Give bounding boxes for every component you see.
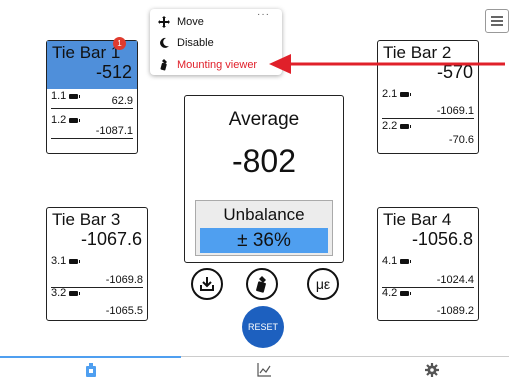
reset-label: RESET xyxy=(247,322,278,332)
sensor-value: -1069.8 xyxy=(105,274,143,286)
sensor-label: 3.2 xyxy=(51,287,67,299)
hamburger-icon xyxy=(491,16,503,26)
sensor-value: 62.9 xyxy=(111,95,133,107)
sensor-label: 4.2 xyxy=(382,287,398,299)
microstrain-button[interactable]: με xyxy=(307,268,339,300)
chart-tab[interactable] xyxy=(257,363,271,380)
sensor-row: 3.2 -1065.5 xyxy=(51,287,143,318)
download-button[interactable] xyxy=(191,268,223,300)
sensor-row: 2.2 -70.6 xyxy=(382,120,474,147)
microstrain-label: με xyxy=(315,276,331,292)
battery-icon xyxy=(400,258,412,264)
menu-item-label: Move xyxy=(177,16,204,28)
reset-button[interactable]: RESET xyxy=(242,306,284,348)
context-menu: ··· Move Disable Mounting viewer xyxy=(150,9,282,75)
sensor-label: 2.2 xyxy=(382,120,398,132)
battery-icon xyxy=(69,117,81,123)
sensor-row: 3.1 -1069.8 xyxy=(51,255,143,288)
sensor-tab[interactable] xyxy=(84,363,98,380)
sensor-icon xyxy=(86,363,96,377)
tie-bar-header-3: Tie Bar 3 -1067.6 xyxy=(47,208,147,254)
menu-item-move[interactable]: Move xyxy=(158,16,204,28)
settings-tab[interactable] xyxy=(425,363,439,380)
tie-bar-value: -512 xyxy=(95,62,132,82)
mounting-button[interactable] xyxy=(246,268,278,300)
tie-bar-card-1[interactable]: Tie Bar 1 -512 1.1 62.9 1.2 -1087.1 xyxy=(46,40,138,154)
battery-icon xyxy=(400,290,412,296)
battery-icon xyxy=(69,93,81,99)
average-panel: Average -802 Unbalance ± 36% xyxy=(184,95,344,263)
sensor-label: 2.1 xyxy=(382,88,398,100)
sensor-label: 1.1 xyxy=(51,90,67,102)
menu-dots: ··· xyxy=(257,9,270,20)
unbalance-title: Unbalance xyxy=(223,205,305,224)
average-title: Average xyxy=(228,109,300,130)
sensor-label: 1.2 xyxy=(51,114,67,126)
unbalance-value: ± 36% xyxy=(200,228,328,253)
sensor-value: -1065.5 xyxy=(105,305,143,317)
battery-icon xyxy=(69,290,81,296)
battery-icon xyxy=(400,123,412,129)
active-tab-indicator xyxy=(0,356,181,358)
notification-badge: 1 xyxy=(113,37,126,50)
hamburger-menu-button[interactable] xyxy=(485,9,509,33)
download-icon xyxy=(200,277,214,291)
menu-item-mounting-viewer[interactable]: Mounting viewer xyxy=(158,59,257,71)
move-arrows-icon xyxy=(158,16,170,28)
annotation-arrow xyxy=(269,54,505,74)
average-value: -802 xyxy=(231,143,297,179)
sensor-mount-icon xyxy=(256,276,266,293)
sensor-label: 3.1 xyxy=(51,255,67,267)
moon-icon xyxy=(160,37,169,48)
sensor-value: -70.6 xyxy=(448,134,474,146)
sensor-label: 4.1 xyxy=(382,255,398,267)
sensor-value: -1087.1 xyxy=(95,125,133,137)
menu-item-label: Mounting viewer xyxy=(177,59,258,71)
tie-bar-card-4[interactable]: Tie Bar 4 -1056.8 4.1 -1024.4 4.2 -1089.… xyxy=(377,207,479,321)
sensor-row: 1.2 -1087.1 xyxy=(51,114,133,139)
tie-bar-value: -1067.6 xyxy=(80,229,142,249)
sensor-row: 4.2 -1089.2 xyxy=(382,287,474,318)
tie-bar-title: Tie Bar 4 xyxy=(383,210,452,229)
sensor-row: 4.1 -1024.4 xyxy=(382,255,474,288)
tie-bar-card-3[interactable]: Tie Bar 3 -1067.6 3.1 -1069.8 3.2 -1065.… xyxy=(46,207,148,321)
sensor-value: -1089.2 xyxy=(436,305,474,317)
battery-icon xyxy=(69,258,81,264)
unbalance-panel: Unbalance ± 36% xyxy=(195,200,333,256)
gear-icon xyxy=(425,363,439,377)
bottom-tab-bar xyxy=(0,356,509,380)
sensor-row: 1.1 62.9 xyxy=(51,90,133,109)
sensor-value: -1069.1 xyxy=(436,105,474,117)
chart-icon xyxy=(257,363,271,377)
menu-item-label: Disable xyxy=(177,37,214,49)
tie-bar-value: -1056.8 xyxy=(411,229,473,249)
battery-icon xyxy=(400,91,412,97)
sensor-row: 2.1 -1069.1 xyxy=(382,88,474,119)
menu-item-disable[interactable]: Disable xyxy=(158,37,214,49)
tie-bar-header-4: Tie Bar 4 -1056.8 xyxy=(378,208,478,254)
tie-bar-title: Tie Bar 3 xyxy=(52,210,121,229)
sensor-value: -1024.4 xyxy=(436,274,474,286)
sensor-mount-icon xyxy=(160,59,167,71)
